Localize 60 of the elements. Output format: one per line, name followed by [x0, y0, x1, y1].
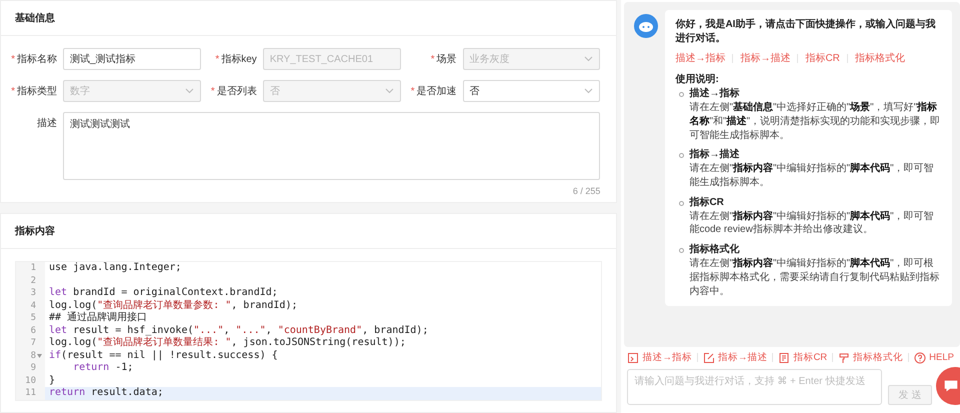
- required-mark: *: [11, 86, 15, 96]
- code-line: }: [49, 374, 56, 386]
- code-line: log.log("查询品牌老订单数量参数: ", brandId);: [49, 300, 298, 310]
- toolbar-link[interactable]: 指标CR: [793, 351, 828, 364]
- usage-item-text: 请在左侧"基础信息"中选择好正确的"场景"，填写好"指标名称"和"描述"，说明清楚指标实现的功能和实现步骤，即可智能生成指标脚本。: [689, 100, 942, 142]
- required-mark: *: [410, 86, 415, 96]
- line-number: 4: [30, 300, 36, 312]
- section-title: 指标内容: [15, 224, 55, 238]
- line-number: 9: [30, 362, 36, 374]
- char-counter: 6 / 255: [572, 186, 600, 196]
- quick-action-link[interactable]: 指标格式化: [854, 52, 905, 66]
- required-mark: *: [430, 54, 435, 64]
- line-number: 6: [30, 324, 36, 337]
- code-line: let result = hsf_invoke("...", "...", "countByBrand", brandId);: [49, 324, 428, 336]
- field-label: 指标key: [221, 52, 257, 66]
- usage-item-title: 指标格式化: [689, 243, 740, 257]
- line-number: 8: [30, 350, 36, 362]
- code-line: ## 通过品牌调用接口: [49, 312, 148, 323]
- section-title: 基础信息: [15, 12, 55, 25]
- line-number: 5: [30, 312, 36, 324]
- line-number: 11: [25, 387, 36, 400]
- field-label: 场景: [436, 52, 457, 66]
- code-line: use java.lang.Integer;: [49, 262, 182, 273]
- message-input[interactable]: 请输入问题与我进行对话，支持 ⌘ + Enter 快捷发送: [627, 369, 882, 405]
- quick-action-link[interactable]: 描述→指标: [675, 52, 726, 66]
- required-mark: *: [215, 54, 220, 64]
- greeting-text: 你好，我是AI助手，请点击下面快捷操作，或输入问题与我进行对话。: [675, 18, 936, 46]
- line-number: 1: [30, 262, 36, 274]
- toolbar-link[interactable]: 描述→指标: [642, 351, 692, 364]
- field-label: 是否加速: [416, 84, 457, 98]
- code-line: let brandId = originalContext.brandId;: [49, 287, 278, 298]
- toolbar-link[interactable]: HELP: [929, 352, 954, 363]
- usage-item-title: 描述→指标: [689, 87, 740, 101]
- line-number: 10: [25, 374, 36, 387]
- quick-action-link[interactable]: 指标→描述: [740, 52, 790, 66]
- toolbar-link[interactable]: 指标→描述: [718, 351, 768, 364]
- line-number: 2: [30, 274, 36, 287]
- description-field[interactable]: 测试测试测试: [63, 112, 600, 180]
- line-number: 3: [30, 287, 36, 300]
- usage-item-text: 请在左侧"指标内容"中编辑好指标的"脚本代码"，即可智能code review指标脚本并给出修改建议。: [689, 210, 935, 238]
- toolbar-link[interactable]: 指标格式化: [853, 351, 904, 364]
- usage-item-title: 指标→描述: [689, 148, 740, 162]
- field-label: 指标类型: [17, 84, 57, 98]
- usage-item-text: 请在左侧"指标内容"中编辑好指标的"脚本代码"，即可智能生成指标脚本。: [689, 162, 935, 190]
- field-label: 是否列表: [216, 84, 257, 98]
- line-number: 7: [30, 337, 36, 350]
- field-label: 描述: [37, 116, 57, 130]
- code-line: return result.data;: [49, 387, 164, 398]
- quick-action-link[interactable]: 指标CR: [805, 52, 840, 66]
- code-line: if(result == nil || !result.success) {: [49, 350, 278, 360]
- usage-title: 使用说明:: [675, 73, 720, 88]
- required-mark: *: [210, 86, 215, 96]
- code-line: log.log("查询品牌老订单数量结果: ", json.toJSONString(result));: [49, 337, 406, 348]
- code-line: return -1;: [72, 362, 134, 373]
- usage-item-text: 请在左侧"指标内容"中编辑好指标的"脚本代码"，即可根据指标脚本格式化，需要采纳请自行复制代码粘贴到指标内容中。: [689, 256, 940, 298]
- input-field[interactable]: 测试_测试指标: [63, 48, 201, 70]
- usage-item-title: 指标CR: [689, 196, 725, 210]
- select-field[interactable]: 否: [462, 80, 600, 102]
- required-mark: *: [11, 54, 15, 64]
- field-label: 指标名称: [17, 52, 57, 66]
